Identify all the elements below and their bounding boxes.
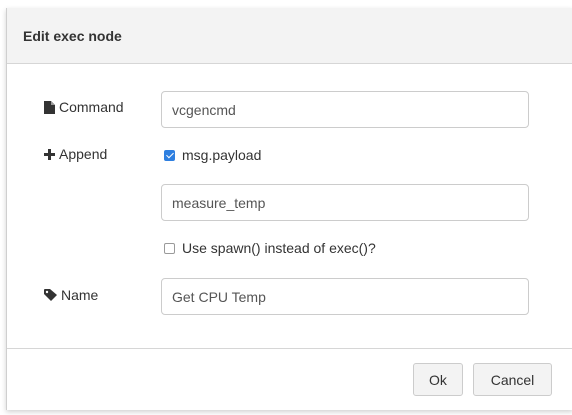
append-label: Append: [59, 146, 108, 162]
name-input[interactable]: [161, 278, 529, 315]
name-label: Name: [61, 287, 99, 303]
append-payload-label: msg.payload: [182, 147, 262, 163]
spawn-checkbox[interactable]: [164, 242, 175, 254]
append-payload-option[interactable]: msg.payload: [164, 147, 261, 163]
footer-divider: [7, 348, 572, 349]
command-label: Command: [59, 99, 124, 115]
plus-icon: [44, 148, 55, 160]
ok-button[interactable]: Ok: [413, 363, 463, 396]
command-input[interactable]: [161, 91, 529, 128]
cancel-button[interactable]: Cancel: [473, 363, 552, 396]
name-label-row: Name: [44, 287, 98, 303]
file-icon: [44, 100, 55, 114]
dialog-titlebar: Edit exec node: [7, 8, 572, 64]
append-payload-checkbox[interactable]: [164, 149, 175, 161]
spawn-label: Use spawn() instead of exec()?: [182, 240, 376, 256]
tag-icon: [44, 289, 57, 301]
append-label-row: Append: [44, 146, 107, 162]
dialog-title: Edit exec node: [23, 28, 122, 44]
spawn-option[interactable]: Use spawn() instead of exec()?: [164, 240, 376, 256]
edit-exec-node-dialog: Edit exec node Command Append msg.payloa…: [6, 8, 572, 410]
append-extra-input[interactable]: [161, 184, 529, 221]
command-label-row: Command: [44, 99, 124, 115]
